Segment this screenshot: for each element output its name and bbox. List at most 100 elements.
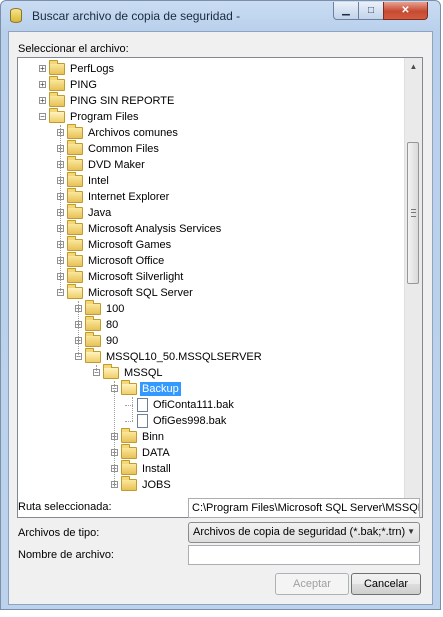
tree-row[interactable]: + JOBS [18,476,406,493]
tree-row[interactable]: + Intel [18,172,406,189]
tree-row[interactable]: + Microsoft Analysis Services [18,220,406,237]
folder-open-icon [85,348,101,363]
tree-guide-line [60,125,61,293]
file-icon [137,414,148,428]
folder-icon [85,300,101,315]
tree-item-label: PING SIN REPORTE [70,95,175,107]
tree-item-label: OfiGes998.bak [153,415,227,427]
folder-icon [67,172,83,187]
folder-icon [121,476,137,491]
path-label: Ruta seleccionada: [18,501,112,513]
tree-guide-line [96,365,97,373]
cancel-button[interactable]: Cancelar [351,573,421,595]
folder-icon [49,92,65,107]
folder-icon [67,252,83,267]
tree-row[interactable]: OfiConta111.bak [18,397,406,413]
tree-item-label: Microsoft Analysis Services [88,223,222,235]
folder-icon [121,444,137,459]
collapse-icon[interactable]: − [39,113,46,121]
tree-item-label: Microsoft Games [88,239,172,251]
tree-row[interactable]: + Java [18,204,406,221]
close-button[interactable]: ✕ [383,2,428,20]
tree-row[interactable]: − Backup [18,380,406,397]
tree-row[interactable]: + Archivos comunes [18,124,406,141]
filename-input[interactable] [188,545,420,565]
tree-item-label: MSSQL10_50.MSSQLSERVER [106,351,262,363]
tree-row[interactable]: +90 [18,332,406,349]
tree-row[interactable]: + Microsoft Silverlight [18,268,406,285]
tree-item-label: 100 [106,303,125,315]
maximize-button[interactable]: □ [358,2,384,20]
filetype-select-value: Archivos de copia de seguridad (*.bak;*.… [193,526,406,538]
tree-guide-line [78,301,79,357]
folder-icon [67,140,83,155]
folder-icon [67,124,83,139]
tree-item-label: JOBS [142,479,171,491]
path-field[interactable]: C:\Program Files\Microsoft SQL Server\MS… [188,498,420,518]
tree-item-label: PING [70,79,97,91]
folder-icon [67,204,83,219]
folder-icon [121,460,137,475]
folder-icon [49,76,65,91]
tree-guide-line [114,381,115,485]
dialog-content: Seleccionar el archivo: + PerfLogs + PING + P… [8,31,433,605]
database-cylinder-icon [10,8,22,23]
tree-item-label: Microsoft SQL Server [88,287,193,299]
expand-icon[interactable]: + [39,81,46,89]
folder-icon [67,188,83,203]
tree-row[interactable]: + Install [18,460,406,477]
scroll-up-arrow[interactable]: ▲ [405,58,422,75]
filename-label: Nombre de archivo: [18,549,114,561]
tree-item-label: Archivos comunes [88,127,178,139]
tree-item-label: Java [88,207,112,219]
tree-row[interactable]: + Microsoft Games [18,236,406,253]
folder-open-icon [49,108,65,123]
tree-row[interactable]: + Common Files [18,140,406,157]
tree-row[interactable]: − Program Files [18,108,406,125]
tree-item-label: DVD Maker [88,159,145,171]
tree-row[interactable]: + PING SIN REPORTE [18,92,406,109]
tree-row[interactable]: OfiGes998.bak [18,413,406,429]
folder-open-icon [121,380,137,395]
tree-item-label: 90 [106,335,119,347]
expand-icon[interactable]: + [39,65,46,73]
scroll-grip-icon [411,209,416,217]
accept-button[interactable]: Aceptar [275,573,349,595]
tree-row[interactable]: + Internet Explorer [18,188,406,205]
folder-tree[interactable]: + PerfLogs + PING + PING SIN REPORTE − Program … [17,57,423,518]
tree-row[interactable]: + PerfLogs [18,60,406,77]
tree-item-label: PerfLogs [70,63,115,75]
tree-row[interactable]: − Microsoft SQL Server [18,284,406,301]
tree-row[interactable]: − MSSQL10_50.MSSQLSERVER [18,348,406,365]
tree-row[interactable]: +100 [18,300,406,317]
tree-item-label: Binn [142,431,165,443]
tree-guide-line [132,397,133,421]
tree-row[interactable]: + DATA [18,444,406,461]
folder-icon [85,316,101,331]
tree-row[interactable]: − MSSQL [18,364,406,381]
folder-icon [49,60,65,75]
scroll-thumb[interactable] [407,142,419,284]
tree-item-label: Program Files [70,111,139,123]
expand-icon[interactable]: + [39,97,46,105]
title-bar[interactable]: Buscar archivo de copia de seguridad - ▁… [1,1,440,31]
folder-icon [67,236,83,251]
tree-row[interactable]: + Microsoft Office [18,252,406,269]
tree-item-label: Common Files [88,143,159,155]
filetype-select[interactable]: Archivos de copia de seguridad (*.bak;*.… [188,522,420,543]
tree-row[interactable]: + DVD Maker [18,156,406,173]
tree-item-label: Microsoft Silverlight [88,271,184,283]
file-icon [137,398,148,412]
chevron-down-icon: ▼ [407,527,415,536]
tree-row[interactable]: + PING [18,76,406,93]
tree-row[interactable]: +80 [18,316,406,333]
tree-item-label: Microsoft Office [88,255,165,267]
tree-scrollbar[interactable]: ▲ ▼ [404,58,422,517]
tree-item-label: DATA [142,447,170,459]
folder-icon [67,156,83,171]
window-title: Buscar archivo de copia de seguridad - [32,9,241,23]
tree-row[interactable]: + Binn [18,428,406,445]
tree-connector [125,421,133,422]
folder-icon [67,268,83,283]
minimize-button[interactable]: ▁ [333,2,359,20]
